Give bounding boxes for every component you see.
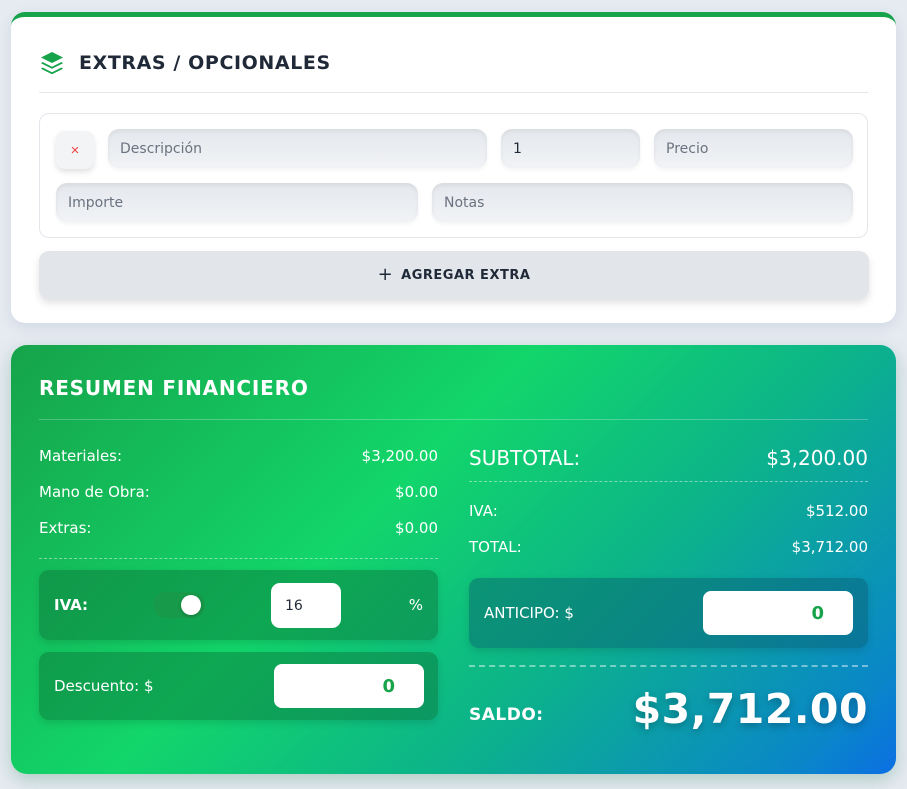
extras-divider xyxy=(39,92,868,93)
advance-panel: ANTICIPO: $ 0 xyxy=(469,578,868,648)
total-label: TOTAL: xyxy=(469,538,522,556)
iva-row: IVA: $512.00 xyxy=(469,502,868,520)
summary-divider xyxy=(39,419,868,420)
labor-row: Mano de Obra: $0.00 xyxy=(39,483,438,501)
total-row: TOTAL: $3,712.00 xyxy=(469,538,868,556)
iva-control-panel: IVA: 16 % xyxy=(39,570,438,640)
add-extra-button[interactable]: + AGREGAR EXTRA xyxy=(39,251,869,299)
left-dashed-separator xyxy=(39,558,438,559)
discount-panel: Descuento: $ 0 xyxy=(39,652,438,720)
total-value: $3,712.00 xyxy=(791,538,868,556)
extras-total-label: Extras: xyxy=(39,519,92,537)
iva-toggle-knob xyxy=(181,595,201,615)
materials-row: Materiales: $3,200.00 xyxy=(39,447,438,465)
subtotal-separator xyxy=(469,481,868,482)
balance-separator xyxy=(469,665,868,667)
materials-label: Materiales: xyxy=(39,447,123,465)
iva-control-label: IVA: xyxy=(54,596,89,614)
extras-total-value: $0.00 xyxy=(395,519,438,537)
extra-quantity-input[interactable]: 1 xyxy=(501,129,640,168)
layers-icon xyxy=(39,50,65,76)
extra-price-input[interactable]: Precio xyxy=(654,129,853,168)
extras-title: EXTRAS / OPCIONALES xyxy=(79,52,331,74)
labor-label: Mano de Obra: xyxy=(39,483,150,501)
advance-input[interactable]: 0 xyxy=(703,591,853,635)
plus-icon: + xyxy=(377,263,394,285)
extras-total-row: Extras: $0.00 xyxy=(39,519,438,537)
iva-toggle[interactable] xyxy=(153,592,205,618)
balance-value: $3,712.00 xyxy=(632,685,868,733)
subtotal-label: SUBTOTAL: xyxy=(469,446,581,470)
remove-extra-button[interactable]: × xyxy=(56,131,94,169)
extras-card: EXTRAS / OPCIONALES × Descripción 1 Prec… xyxy=(11,12,896,323)
extra-description-input[interactable]: Descripción xyxy=(108,129,487,168)
materials-value: $3,200.00 xyxy=(361,447,438,465)
subtotal-row: SUBTOTAL: $3,200.00 xyxy=(469,446,868,470)
percent-sign: % xyxy=(408,596,423,614)
extra-amount-input[interactable]: Importe xyxy=(56,183,418,222)
subtotal-value: $3,200.00 xyxy=(766,446,868,470)
iva-value: $512.00 xyxy=(805,502,868,520)
extras-header: EXTRAS / OPCIONALES xyxy=(39,50,331,76)
balance-label: SALDO: xyxy=(469,705,544,725)
financial-summary-card: RESUMEN FINANCIERO Materiales: $3,200.00… xyxy=(11,345,896,774)
add-extra-label: AGREGAR EXTRA xyxy=(401,267,531,283)
iva-label: IVA: xyxy=(469,502,498,520)
discount-label: Descuento: $ xyxy=(54,677,154,695)
summary-title: RESUMEN FINANCIERO xyxy=(39,376,309,400)
labor-value: $0.00 xyxy=(395,483,438,501)
discount-input[interactable]: 0 xyxy=(274,664,424,708)
advance-label: ANTICIPO: $ xyxy=(484,604,574,622)
extra-notes-input[interactable]: Notas xyxy=(432,183,853,222)
close-icon: × xyxy=(70,141,80,159)
iva-rate-input[interactable]: 16 xyxy=(271,583,341,628)
extra-item-row: × Descripción 1 Precio Importe Notas xyxy=(39,113,868,238)
